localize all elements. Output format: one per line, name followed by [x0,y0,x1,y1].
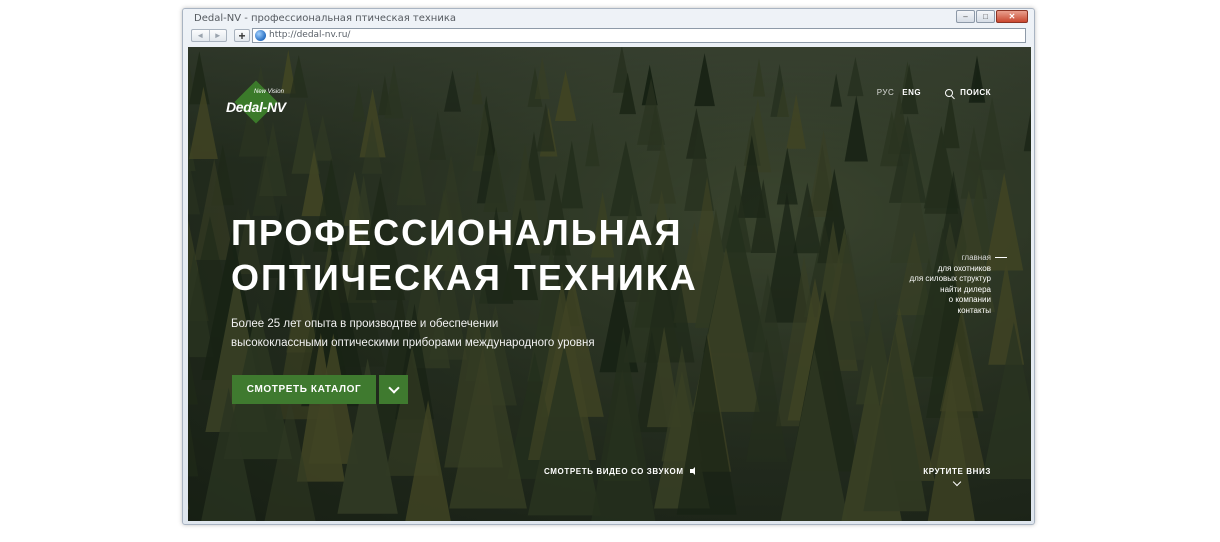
side-nav-item-home[interactable]: главная [909,253,991,264]
view-catalog-button[interactable]: СМОТРЕТЬ КАТАЛОГ [232,375,376,404]
lang-eng[interactable]: ENG [902,88,921,97]
maximize-button[interactable]: □ [976,10,995,23]
side-nav-item-about[interactable]: о компании [909,295,991,306]
close-button[interactable]: ✕ [996,10,1028,23]
hero-subtitle-line1: Более 25 лет опыта в производтве и обесп… [231,318,499,330]
side-nav: главная для охотников для силовых структ… [909,253,991,316]
browser-window: Dedal-NV - профессиональная птическая те… [182,8,1035,525]
new-tab-button[interactable]: + [234,29,250,42]
title-bar: Dedal-NV - профессиональная птическая те… [183,9,1034,29]
search-button[interactable]: ПОИСК [945,88,991,97]
scroll-down-label: КРУТИТЕ ВНИЗ [923,467,991,476]
lang-rus[interactable]: РУС [877,88,895,97]
back-forward-group: ◄ ► [191,29,227,42]
site-logo[interactable]: New Vision Dedal-NV [226,80,290,132]
hero-title-line1: ПРОФЕССИОНАЛЬНАЯ [231,212,683,253]
window-title: Dedal-NV - профессиональная птическая те… [194,13,457,24]
globe-icon [255,30,266,41]
speaker-icon [689,467,699,476]
side-nav-item-hunters[interactable]: для охотников [909,264,991,275]
hero-title: ПРОФЕССИОНАЛЬНАЯ ОПТИЧЕСКАЯ ТЕХНИКА [231,210,698,300]
catalog-dropdown-button[interactable] [379,375,408,404]
window-controls: – □ ✕ [956,10,1028,23]
logo-tagline: New Vision [254,89,284,95]
back-button[interactable]: ◄ [192,30,209,41]
watch-video-label: СМОТРЕТЬ ВИДЕО СО ЗВУКОМ [544,467,684,476]
forward-button[interactable]: ► [208,30,227,41]
side-nav-item-contacts[interactable]: контакты [909,306,991,317]
side-nav-item-find-dealer[interactable]: найти дилера [909,285,991,296]
url-text[interactable]: http://dedal-nv.ru/ [269,30,350,40]
address-bar[interactable]: http://dedal-nv.ru/ [252,28,1026,43]
side-nav-item-security-forces[interactable]: для силовых структур [909,274,991,285]
top-nav: РУС ENG ПОИСК [877,88,991,97]
scroll-down-hint[interactable]: КРУТИТЕ ВНИЗ [923,467,991,487]
hero-subtitle-line2: высококлассными оптическими приборами ме… [231,337,595,349]
search-icon [945,88,954,97]
minimize-button[interactable]: – [956,10,975,23]
navigation-row: ◄ ► + http://dedal-nv.ru/ [183,28,1034,46]
chevron-down-icon [952,477,962,487]
hero-title-line2: ОПТИЧЕСКАЯ ТЕХНИКА [231,257,698,298]
page-viewport: New Vision Dedal-NV РУС ENG ПОИСК ПРОФЕС… [188,47,1031,521]
hero-subtitle: Более 25 лет опыта в производтве и обесп… [231,315,595,353]
search-label: ПОИСК [960,88,991,97]
watch-video-link[interactable]: СМОТРЕТЬ ВИДЕО СО ЗВУКОМ [544,467,699,476]
logo-name: Dedal-NV [226,99,286,115]
chevron-down-icon [387,382,400,394]
